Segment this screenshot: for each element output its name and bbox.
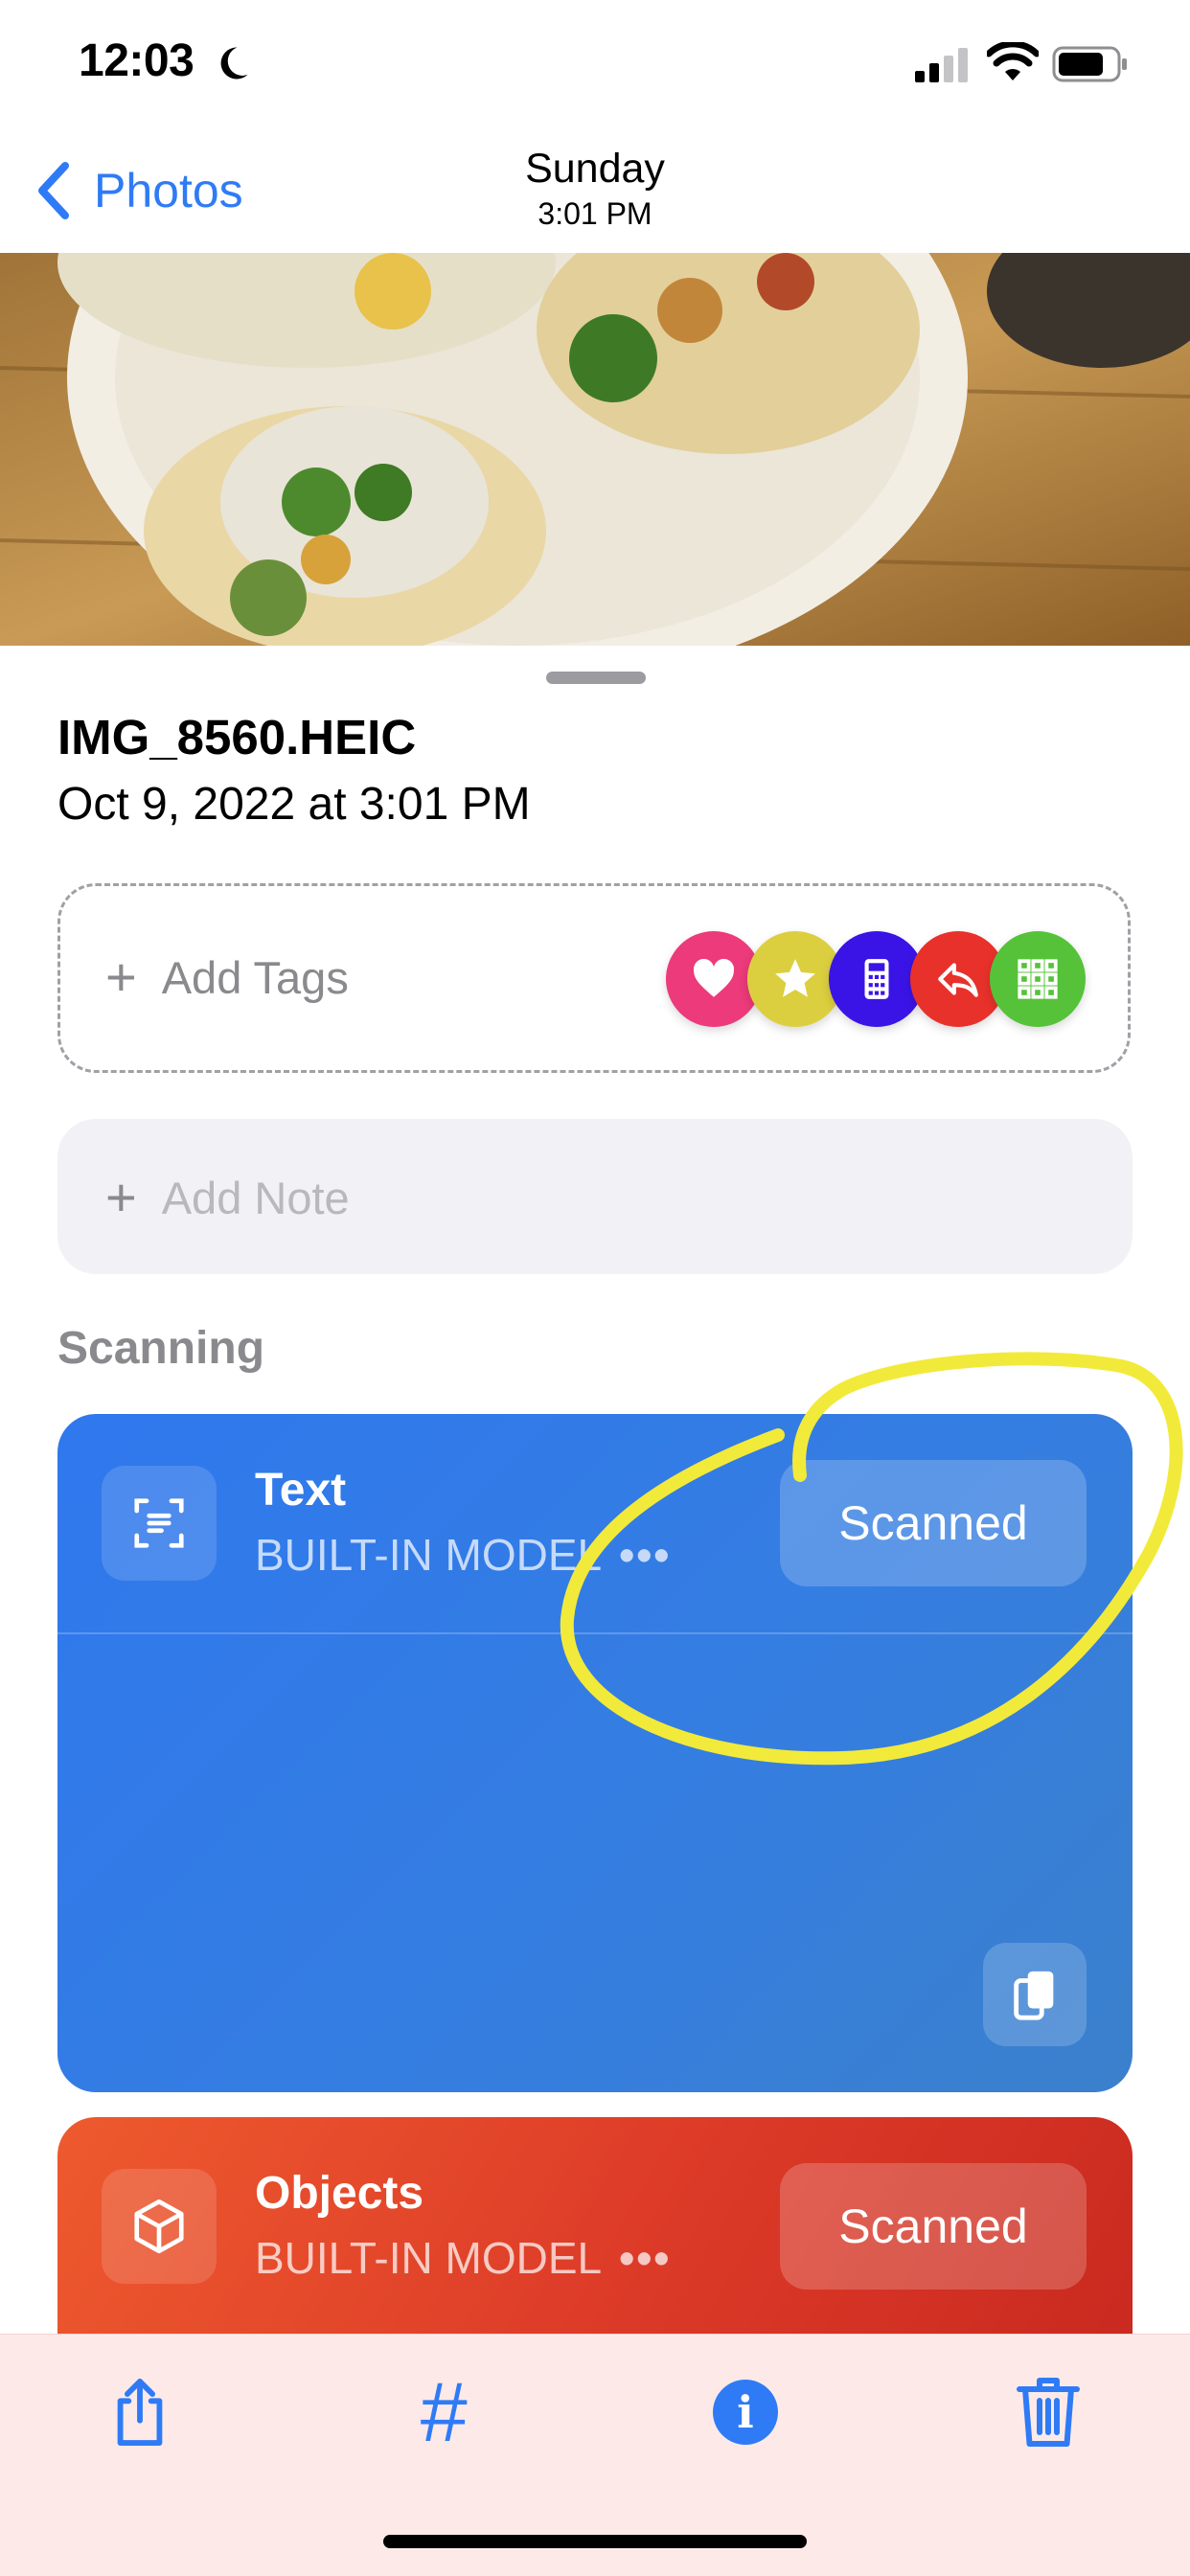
quick-tag-grid[interactable] [990,931,1086,1027]
file-date: Oct 9, 2022 at 3:01 PM [57,779,531,830]
tags-tab-button[interactable]: # [395,2364,491,2460]
wifi-icon [987,42,1039,80]
text-card-model-label: BUILT-IN MODEL [255,1530,603,1580]
home-indicator [383,2535,807,2548]
cellular-signal-icon [915,48,968,82]
delete-button[interactable] [1000,2364,1096,2460]
file-name: IMG_8560.HEIC [57,710,417,764]
scanning-heading: Scanning [57,1323,265,1374]
plus-icon: + [105,1167,137,1227]
battery-icon [1052,46,1127,82]
share-button[interactable] [92,2364,188,2460]
grid-icon [1018,959,1058,999]
nav-title: Sunday 3:01 PM [0,144,1190,234]
calculator-icon [864,959,889,999]
text-card-model: BUILT-IN MODEL ••• [255,1529,671,1581]
hashtag-icon: # [419,2364,467,2459]
heart-icon [693,958,735,997]
star-icon [775,959,815,997]
moon-icon [220,47,248,80]
plus-icon: + [105,946,137,1007]
add-tags-button[interactable]: + Add Tags [105,948,349,1006]
objects-card-model: BUILT-IN MODEL ••• [255,2232,671,2284]
sheet-grabber[interactable] [546,672,646,684]
copy-icon [1014,1971,1054,2020]
add-tags-label: Add Tags [161,951,349,1003]
tacos-photo [0,253,1190,646]
text-scan-card: Text BUILT-IN MODEL ••• Scanned [57,1414,1133,2092]
add-note-label: Add Note [161,1172,350,1223]
reply-icon [938,963,978,997]
status-time: 12:03 [79,35,195,86]
copy-button[interactable] [983,1943,1087,2046]
nav-title-time: 3:01 PM [538,196,652,231]
text-card-more-button[interactable]: ••• [619,1529,671,1581]
card-divider [57,1632,1133,1634]
objects-card-more-button[interactable]: ••• [619,2232,671,2284]
objects-card-model-label: BUILT-IN MODEL [255,2233,603,2283]
text-card-title: Text [255,1465,347,1516]
photo-preview[interactable] [0,253,1190,646]
info-button[interactable]: i [698,2364,793,2460]
objects-card-title: Objects [255,2168,424,2219]
cube-icon [102,2169,217,2284]
text-scanned-button[interactable]: Scanned [780,1460,1087,1586]
add-note-button[interactable]: + Add Note [105,1169,350,1226]
nav-title-day: Sunday [525,146,665,192]
info-glyph: i [737,2386,754,2438]
share-icon [117,2379,163,2446]
info-icon: i [713,2380,778,2445]
trash-icon [1017,2378,1080,2447]
objects-scanned-button[interactable]: Scanned [780,2163,1087,2290]
text-scan-icon [102,1466,217,1581]
